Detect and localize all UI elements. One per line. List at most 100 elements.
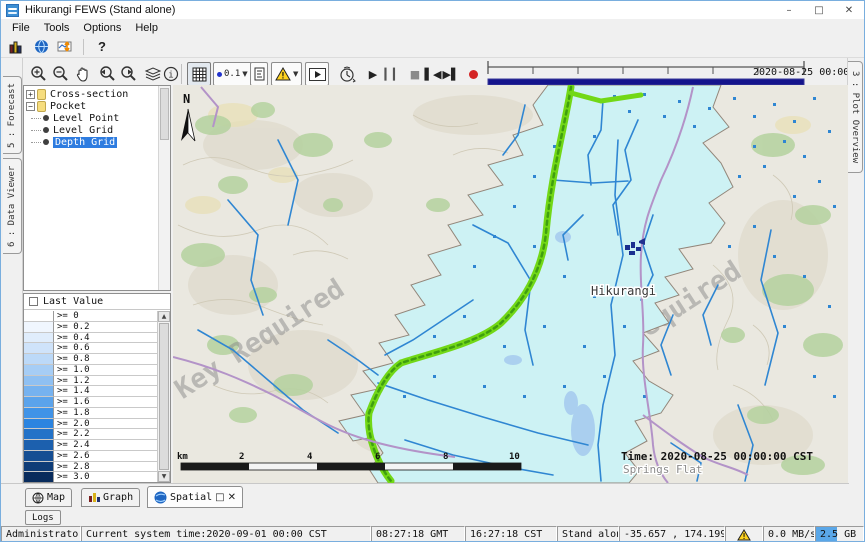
map-legend-button[interactable] [250,62,268,86]
legend-row: >= 0 [24,311,157,322]
chevron-down-icon: ▼ [293,70,298,78]
svg-text:10: 10 [509,452,520,462]
tree-item-label[interactable]: Cross-section [50,89,128,100]
legend-row: >= 1.2 [24,376,157,387]
bullet-icon [43,127,49,133]
zoom-in-button[interactable] [27,62,51,86]
logs-button[interactable]: Logs [25,510,61,525]
zoom-out-button[interactable] [49,62,73,86]
warnings-dropdown[interactable]: ! ▼ [271,62,302,86]
scroll-up-icon[interactable]: ▲ [158,311,170,322]
step-forward-button[interactable]: ▶▌ [439,62,463,86]
tree-item-label-selected[interactable]: Depth Grid [53,137,117,148]
legend-row: >= 1.4 [24,386,157,397]
application-window: Hikurangi FEWS (Stand alone) – □ ✕ File … [0,0,865,542]
status-memory: 2.5 GB [815,526,864,542]
collapse-icon[interactable]: − [26,102,35,111]
tree-item-level-grid[interactable]: Level Grid [24,124,170,136]
legend-row: >= 2.2 [24,429,157,440]
svg-text:6: 6 [375,452,380,462]
info-button[interactable]: i [159,62,183,86]
status-mode: Stand alone [557,526,619,542]
map-view[interactable]: API Key Required API Key Required [173,85,848,483]
pan-hand-button[interactable] [71,62,95,86]
spatial-display-icon[interactable] [53,37,77,57]
tab-graph[interactable]: Graph [81,488,140,507]
help-button[interactable]: ? [90,37,114,57]
tree-connector [31,142,41,143]
database-icon[interactable] [5,37,29,57]
bar-chart-icon [88,492,100,503]
tab-data-viewer[interactable]: 6 : Data Viewer [3,158,22,254]
menu-help[interactable]: Help [128,21,165,35]
tree-item-label[interactable]: Pocket [50,101,86,112]
app-logo-icon [6,4,19,17]
legend-row: >= 0.6 [24,343,157,354]
scroll-thumb[interactable] [159,323,169,470]
status-warning-cell[interactable]: ! [725,526,763,542]
expand-icon[interactable]: + [26,90,35,99]
timer-icon[interactable] [335,62,359,86]
legend-row: >= 1.6 [24,397,157,408]
zoom-next-button[interactable] [117,62,141,86]
animation-panel-button[interactable] [305,62,329,86]
legend-title: Last Value [43,296,103,307]
globe-icon[interactable] [29,37,53,57]
maximize-panel-icon[interactable]: □ [215,492,224,503]
tree-item-depth-grid[interactable]: Depth Grid [24,136,170,148]
contour-value-dropdown[interactable]: 0.1 ▼ [213,62,252,86]
tab-plot-overview[interactable]: 3 : Plot Overview [848,61,863,173]
record-button[interactable] [461,62,485,86]
tree-item-label[interactable]: Level Point [53,113,119,124]
svg-text:i: i [168,71,173,81]
scroll-down-icon[interactable]: ▼ [158,471,170,482]
warning-icon: ! [275,67,291,81]
close-icon[interactable]: ✕ [834,1,864,19]
status-coordinates: -35.657 , 174.199 [619,526,725,542]
legend-row: >= 0.2 [24,322,157,333]
tree-scrollbar[interactable] [158,86,170,290]
tab-map[interactable]: Map [25,488,72,507]
blue-globe-icon [154,491,167,504]
maximize-icon[interactable]: □ [804,1,834,19]
svg-text:4: 4 [307,452,313,462]
window-title: Hikurangi FEWS (Stand alone) [25,4,175,16]
left-tab-strip: 5 : Forecast 6 : Data Viewer [1,58,23,526]
tab-forecast[interactable]: 5 : Forecast [3,76,22,154]
zoom-previous-button[interactable] [95,62,119,86]
right-tab-strip: 3 : Plot Overview [847,58,864,526]
grid-display-button[interactable] [187,62,211,86]
map-time-label: Time: 2020-08-25 00:00:00 CST [621,450,813,463]
folder-icon [37,101,46,112]
last-value-checkbox[interactable] [29,297,38,306]
legend-panel: Last Value >= 0 >= 0.2 >= 0.4 >= 0.6 >= … [23,293,171,483]
tree-item-label[interactable]: Level Grid [53,125,113,136]
bottom-tab-area: Map Graph Spatial □ ✕ Logs [1,483,849,526]
town-label: Hikurangi [591,284,656,298]
svg-text:N: N [183,92,190,106]
folder-icon [37,89,46,100]
tree-connector [31,118,41,119]
toolbar-separator [83,39,84,55]
minimize-icon[interactable]: – [774,1,804,19]
status-download-speed: 0.0 MB/s [763,526,815,542]
menu-options[interactable]: Options [76,21,128,35]
tree-item-level-point[interactable]: Level Point [24,112,170,124]
close-panel-icon[interactable]: ✕ [228,492,236,503]
value-dot-icon [217,72,222,77]
status-gmt-time: 08:27:18 GMT [371,526,465,542]
toolbar-separator [181,64,182,84]
menu-file[interactable]: File [5,21,37,35]
legend-row: >= 1.8 [24,408,157,419]
tree-item-cross-section[interactable]: + Cross-section [24,88,170,100]
legend-scrollbar[interactable]: ▲ ▼ [157,311,170,482]
pause-button[interactable]: ▎▎ [381,62,405,86]
menu-tools[interactable]: Tools [37,21,77,35]
bullet-icon [43,139,49,145]
tree-item-pocket[interactable]: − Pocket [24,100,170,112]
status-user: Administrator [1,526,81,542]
tab-spatial[interactable]: Spatial □ ✕ [147,486,243,508]
warning-icon: ! [737,529,751,541]
bullet-icon [43,115,49,121]
chevron-down-icon: ▼ [242,70,247,78]
